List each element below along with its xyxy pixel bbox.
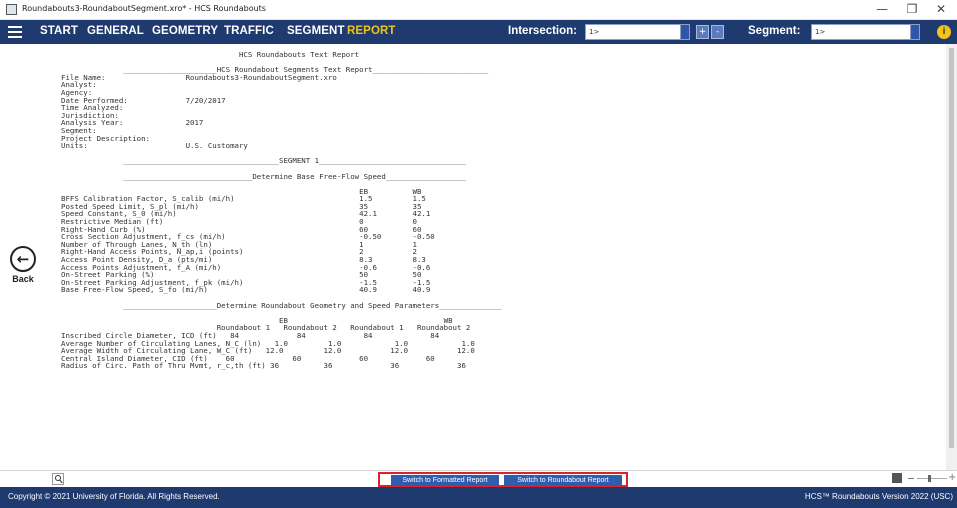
search-icon[interactable] [52, 473, 64, 485]
intersection-label: Intersection: [508, 25, 578, 37]
minimize-button[interactable]: — [871, 1, 893, 18]
report-line: Analyst: [61, 80, 97, 90]
info-icon[interactable]: i [937, 25, 951, 39]
scrollbar-thumb[interactable] [949, 48, 954, 448]
report-line: Segment: [61, 125, 97, 135]
report-line: _____________________Determine Roundabou… [61, 300, 502, 310]
restore-button[interactable]: ❐ [901, 1, 923, 18]
zoom-control[interactable]: + [892, 473, 956, 485]
switch-roundabout-report-button[interactable]: Switch to Roundabout Report [504, 475, 622, 486]
report-line: Analysis Year: 2017 [61, 118, 204, 128]
report-bottom-bar: Switch to Formatted Report Switch to Rou… [0, 470, 957, 487]
hamburger-menu-icon[interactable] [8, 26, 22, 38]
report-switch-group: Switch to Formatted Report Switch to Rou… [378, 472, 628, 487]
zoom-slider-handle[interactable] [928, 475, 931, 482]
report-line: HCS Roundabouts Text Report [61, 50, 360, 59]
back-label: Back [12, 274, 34, 284]
back-arrow-icon: ← [10, 246, 36, 272]
report-line: File Name: Roundabouts3-RoundaboutSegmen… [61, 72, 337, 82]
window-title: Roundabouts3-RoundaboutSegment.xro* - HC… [22, 4, 266, 13]
report-line: Units: U.S. Customary [61, 141, 248, 151]
menu-segment[interactable]: SEGMENT [287, 25, 345, 37]
back-button[interactable]: ← Back [4, 246, 42, 284]
report-line: ___________________________________SEGME… [61, 156, 466, 166]
report-scrollbar[interactable] [946, 44, 957, 470]
zoom-out-icon[interactable] [908, 478, 914, 479]
intersection-select[interactable]: 1> [585, 24, 681, 40]
switch-formatted-report-button[interactable]: Switch to Formatted Report [391, 475, 499, 486]
text-report-panel: HCS Roundabouts Text Report ____________… [48, 45, 954, 469]
window-titlebar: Roundabouts3-RoundaboutSegment.xro* - HC… [0, 0, 957, 20]
segment-label: Segment: [748, 25, 801, 37]
intersection-add-button[interactable]: + [696, 25, 709, 39]
report-line: Radius of Circ. Path of Thru Mvmt, r_c,t… [61, 361, 466, 371]
page-view-icon[interactable] [892, 473, 902, 483]
report-line: _____________________________Determine B… [61, 171, 466, 181]
status-footer: Copyright © 2021 University of Florida. … [0, 487, 957, 508]
copyright-text: Copyright © 2021 University of Florida. … [8, 492, 220, 501]
report-text: HCS Roundabouts Text Report ____________… [61, 51, 951, 370]
intersection-dropdown-icon[interactable] [680, 24, 690, 40]
report-line: Date Performed: 7/20/2017 [61, 95, 226, 105]
app-icon [6, 4, 17, 15]
report-line: Time Analyzed: [61, 103, 124, 113]
menu-start[interactable]: START [40, 25, 78, 37]
menu-general[interactable]: GENERAL [87, 25, 144, 37]
zoom-in-icon[interactable]: + [948, 473, 956, 483]
report-line: Base Free-Flow Speed, S_fo (mi/h) 40.9 4… [61, 285, 431, 295]
menu-traffic[interactable]: TRAFFIC [224, 25, 274, 37]
main-menubar: START GENERAL GEOMETRY TRAFFIC SEGMENT R… [0, 20, 957, 44]
menu-report[interactable]: REPORT [347, 25, 396, 37]
intersection-remove-button[interactable]: - [711, 25, 724, 39]
version-text: HCS™ Roundabouts Version 2022 (USC) [804, 492, 953, 501]
menu-geometry[interactable]: GEOMETRY [152, 25, 218, 37]
close-button[interactable]: ✕ [930, 1, 952, 18]
zoom-slider-track[interactable] [917, 478, 947, 479]
segment-dropdown-icon[interactable] [910, 24, 920, 40]
segment-select[interactable]: 1> [811, 24, 911, 40]
